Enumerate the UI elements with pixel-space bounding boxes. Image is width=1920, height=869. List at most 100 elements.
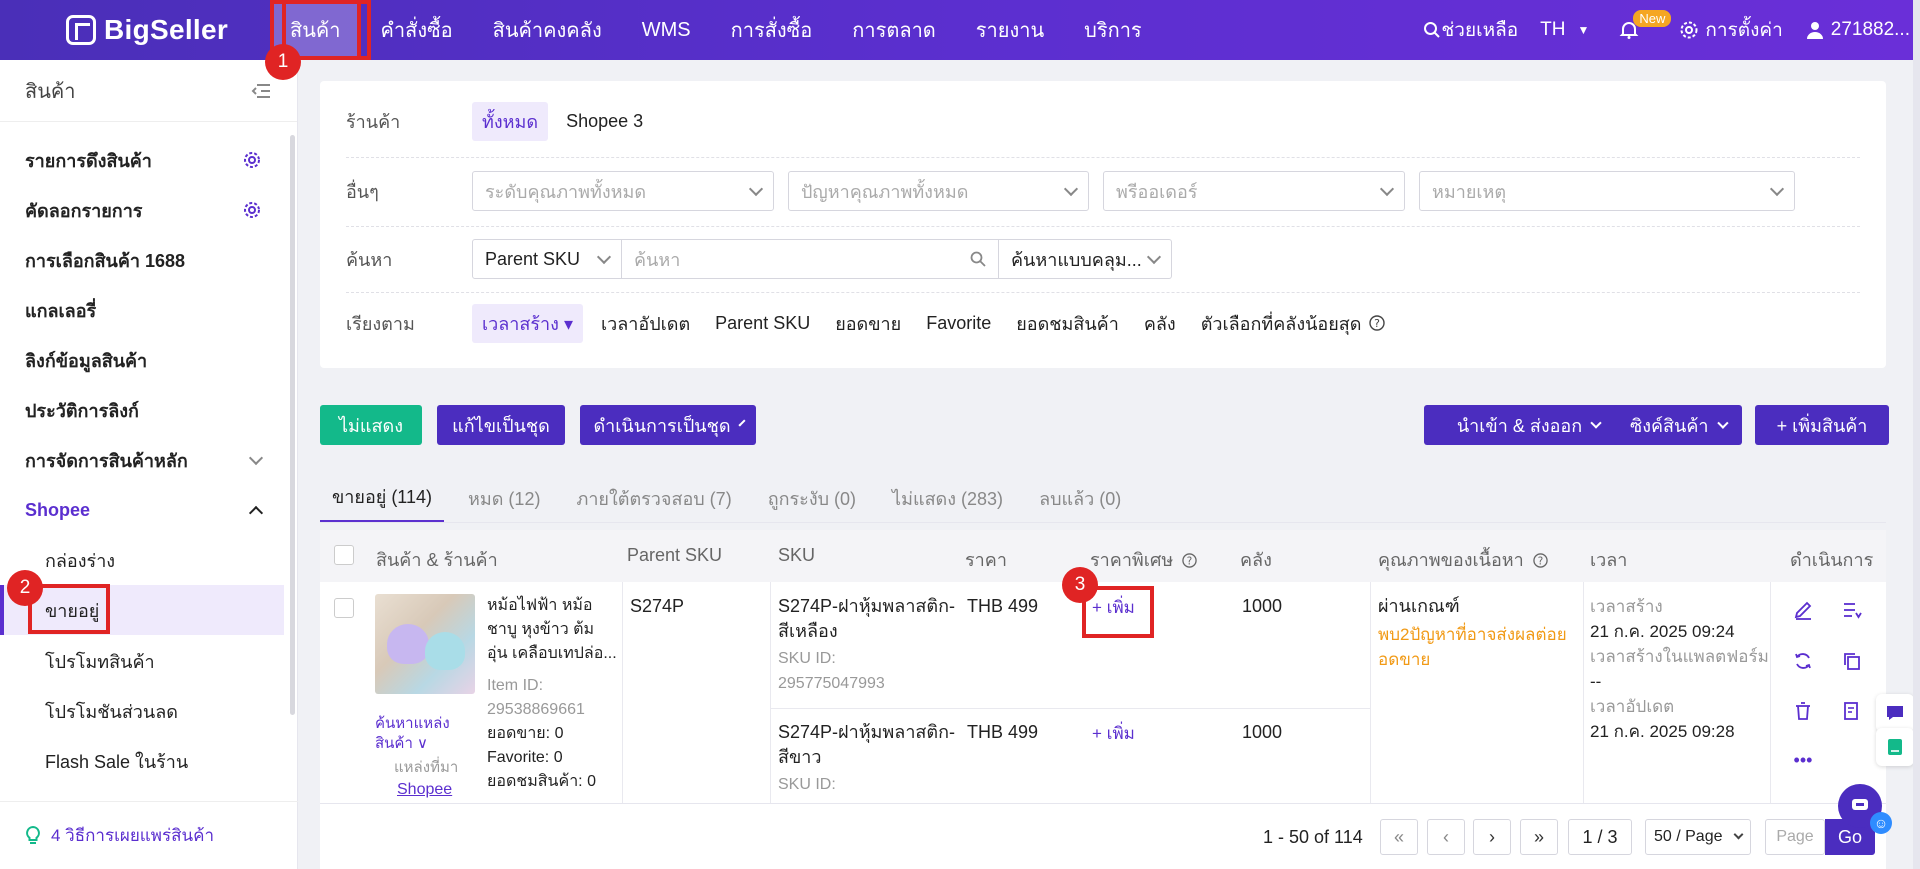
search-mode-select[interactable]: ค้นหาแบบคลุม... (999, 239, 1172, 279)
sidebar-scrollbar[interactable] (290, 135, 295, 715)
sku-id-label: SKU ID: (778, 650, 836, 667)
sort-sales[interactable]: ยอดขาย (835, 309, 901, 338)
search-input[interactable]: ค้นหา (622, 239, 999, 279)
note-select[interactable]: หมายเหตุ (1419, 171, 1795, 211)
sync-products-button[interactable]: ซิงค์สินค้า (1614, 405, 1742, 445)
help-circle-icon[interactable]: ? (1182, 553, 1197, 568)
sidebar-sub-drafts[interactable]: กล่องร่าง (0, 535, 297, 585)
source-shopee-link[interactable]: Shopee (397, 777, 452, 802)
tab-deleted[interactable]: ลบแล้ว (0) (1027, 473, 1133, 523)
nav-marketing[interactable]: การตลาด (832, 0, 956, 60)
nav-orders[interactable]: คำสั่งซื้อ (361, 0, 473, 60)
gear-icon[interactable] (243, 151, 261, 169)
gear-icon[interactable] (243, 201, 261, 219)
sort-stock[interactable]: คลัง (1144, 309, 1176, 338)
sort-updated-time[interactable]: เวลาอัปเดต (601, 309, 690, 338)
chevron-down-icon (1146, 249, 1162, 264)
sidebar-item-link-data[interactable]: ลิงก์ข้อมูลสินค้า (0, 335, 297, 385)
language-select[interactable]: TH ▼ (1540, 19, 1589, 41)
add-special-price-link[interactable]: + เพิ่ม (1092, 721, 1135, 746)
search-icon[interactable] (970, 251, 986, 267)
sort-lowest-stock[interactable]: ตัวเลือกที่คลังน้อยสุด (1201, 309, 1362, 338)
sidebar-item-scrape[interactable]: รายการดึงสินค้า (0, 135, 297, 185)
batch-action-button[interactable]: ดำเนินการเป็นชุด (580, 405, 756, 445)
quality-issue-select[interactable]: ปัญหาคุณภาพทั้งหมด (788, 171, 1089, 211)
divider (346, 157, 1860, 158)
nav-reports[interactable]: รายงาน (956, 0, 1064, 60)
store-all-tag[interactable]: ทั้งหมด (472, 101, 549, 141)
tab-suspended[interactable]: ถูกระงับ (0) (756, 473, 868, 523)
book-icon (1888, 739, 1902, 755)
user-icon (1806, 22, 1823, 39)
store-shopee3-tag[interactable]: Shopee 3 (566, 111, 643, 132)
tab-sold-out[interactable]: หมด (12) (456, 473, 552, 523)
tab-under-review[interactable]: ภายใต้ตรวจสอบ (7) (564, 473, 743, 523)
next-page-button[interactable]: › (1473, 819, 1511, 855)
sidebar-footer-link[interactable]: 4 วิธีการเผยแพร่สินค้า (0, 801, 298, 869)
find-source-link[interactable]: ค้นหาแหล่ง สินค้า ∨ (375, 714, 450, 754)
sync-icon[interactable] (1793, 651, 1813, 671)
help-link[interactable]: ช่วยเหลือ (1423, 15, 1518, 45)
page-scrollbar[interactable] (1913, 0, 1920, 869)
product-views: ยอดชมสินค้า: 0 (487, 773, 596, 790)
nav-inventory[interactable]: สินค้าคงคลัง (473, 0, 622, 60)
notifications[interactable]: New (1619, 10, 1672, 40)
nav-wms[interactable]: WMS (622, 0, 711, 60)
notebook-icon[interactable] (1876, 728, 1914, 766)
sidebar-sub-discount[interactable]: โปรโมชันส่วนลด (0, 686, 297, 736)
sidebar-sub-flash-sale[interactable]: Flash Sale ในร้าน (0, 736, 297, 786)
sidebar-item-gallery[interactable]: แกลเลอรี่ (0, 285, 297, 335)
sidebar-item-link-history[interactable]: ประวัติการลิงก์ (0, 385, 297, 435)
nav-services[interactable]: บริการ (1064, 0, 1162, 60)
select-all-checkbox[interactable] (334, 545, 354, 565)
sidebar-sub-promote[interactable]: โปรโมทสินค้า (0, 636, 297, 686)
edit-icon[interactable] (1793, 600, 1813, 620)
sort-parent-sku[interactable]: Parent SKU (715, 313, 810, 334)
copy-icon[interactable] (1842, 651, 1862, 671)
message-square-icon (1887, 706, 1903, 720)
product-image[interactable] (375, 594, 475, 694)
smiley-icon[interactable]: ☺ (1870, 812, 1892, 834)
import-export-button[interactable]: นำเข้า & ส่งออก (1424, 405, 1633, 445)
chat-icon[interactable] (1876, 694, 1914, 732)
last-page-button[interactable]: » (1520, 819, 1558, 855)
brand-logo[interactable]: BigSeller (0, 14, 270, 46)
sidebar-group-shopee[interactable]: Shopee (0, 485, 297, 535)
collapse-menu-icon[interactable] (251, 83, 271, 99)
quality-warning[interactable]: พบ2ปัญหาที่อาจส่งผลต่อย อดขาย (1378, 622, 1567, 672)
trash-icon[interactable] (1793, 701, 1813, 721)
batch-edit-button[interactable]: แก้ไขเป็นชุด (437, 405, 565, 445)
product-title[interactable]: หม้อไฟฟ้า หม้อ ชาบู หุงข้าว ต้ม อุ่น เคล… (487, 594, 617, 666)
col-label: ราคาพิเศษ (1090, 550, 1174, 570)
product-pot-shape (425, 632, 465, 670)
quality-level-select[interactable]: ระดับคุณภาพทั้งหมด (472, 171, 774, 211)
help-circle-icon[interactable]: ? (1533, 553, 1548, 568)
first-page-button[interactable]: « (1380, 819, 1418, 855)
sort-favorite[interactable]: Favorite (926, 313, 991, 334)
row-checkbox[interactable] (334, 598, 354, 618)
more-actions-icon[interactable]: ••• (1792, 750, 1814, 772)
sidebar-item-copy[interactable]: คัดลอกรายการ (0, 185, 297, 235)
sort-row: เรียงตาม เวลาสร้าง ▾ เวลาอัปเดต Parent S… (346, 303, 1860, 343)
column-divider (1583, 582, 1584, 803)
page-size-select[interactable]: 50 / Page (1645, 819, 1751, 855)
user-menu[interactable]: 271882... (1805, 19, 1910, 41)
nav-purchase[interactable]: การสั่งซื้อ (711, 0, 833, 60)
settings-link[interactable]: การตั้งค่า (1679, 15, 1783, 45)
preorder-select[interactable]: พรีออเดอร์ (1103, 171, 1405, 211)
page-jump-input[interactable]: Page (1765, 819, 1825, 855)
hide-button[interactable]: ไม่แสดง (320, 405, 422, 445)
prev-page-button[interactable]: ‹ (1427, 819, 1465, 855)
help-circle-icon[interactable]: ? (1369, 315, 1386, 331)
tab-unlisted[interactable]: ไม่แสดง (283) (880, 473, 1015, 523)
sort-list-icon[interactable] (1842, 600, 1862, 620)
sort-created-time[interactable]: เวลาสร้าง ▾ (472, 303, 583, 343)
add-product-button[interactable]: + เพิ่มสินค้า (1755, 405, 1889, 445)
search-field-select[interactable]: Parent SKU (472, 239, 622, 279)
tab-active[interactable]: ขายอยู่ (114) (320, 473, 445, 523)
sidebar-item-1688[interactable]: การเลือกสินค้า 1688 (0, 235, 297, 285)
sort-views[interactable]: ยอดชมสินค้า (1016, 309, 1119, 338)
note-edit-icon[interactable] (1842, 701, 1862, 721)
platform-created-value: -- (1590, 672, 1602, 691)
sidebar-item-master-products[interactable]: การจัดการสินค้าหลัก (0, 435, 297, 485)
